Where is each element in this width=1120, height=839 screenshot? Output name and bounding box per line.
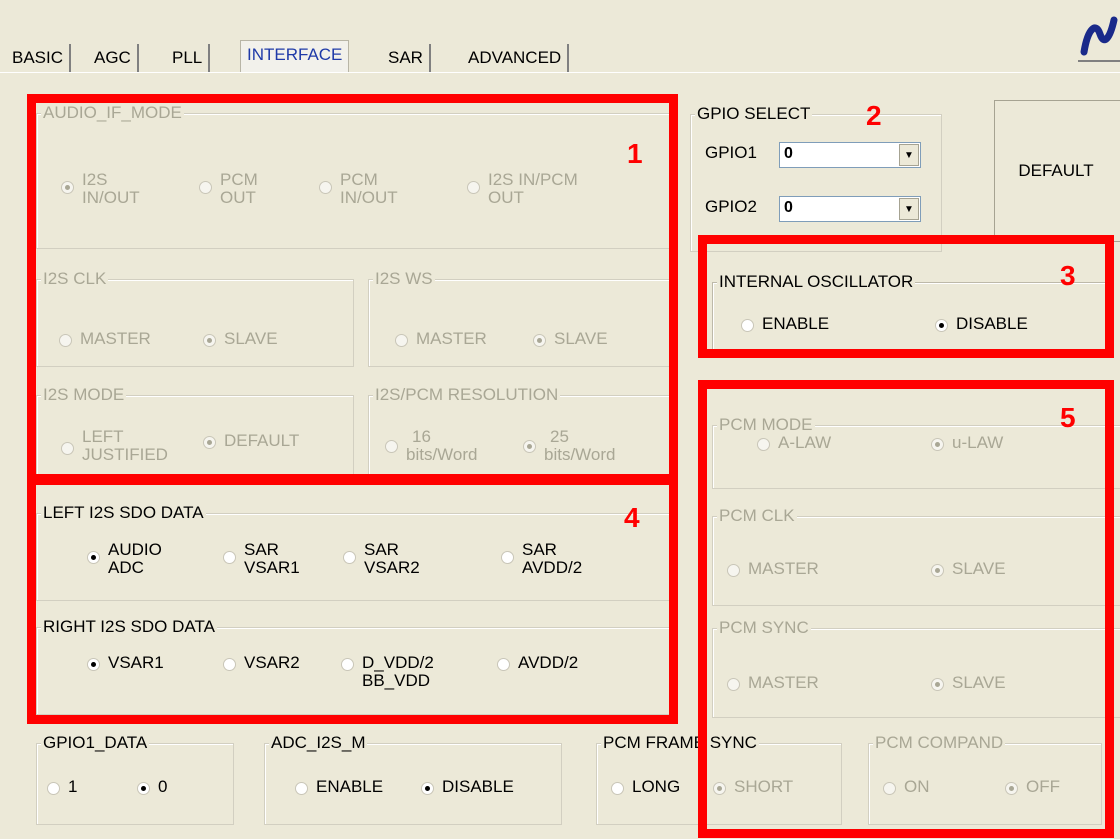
radio-sar-vsar1[interactable]: SAR VSAR1 [223, 541, 300, 577]
annotation-number-1: 1 [627, 138, 643, 169]
radio-sar-avdd2[interactable]: SAR AVDD/2 [501, 541, 582, 577]
pcm-frame-sync-title: PCM FRAME SYNC [601, 733, 759, 753]
pcm-compand-title: PCM COMPAND [873, 733, 1006, 753]
radio-adc-i2s-disable[interactable]: DISABLE [421, 778, 514, 796]
radio-gpio1-data-0[interactable]: 0 [137, 778, 167, 796]
radio-pcm-out[interactable]: PCM OUT [199, 171, 258, 207]
pcm-sync-group: PCM SYNC MASTER SLAVE [712, 618, 1120, 718]
internal-oscillator-group: INTERNAL OSCILLATOR ENABLE DISABLE [712, 272, 1110, 358]
radio-pcm-sync-slave[interactable]: SLAVE [931, 674, 1006, 692]
audio-if-mode-title: AUDIO_IF_MODE [41, 103, 184, 123]
radio-left-justified[interactable]: LEFT JUSTIFIED [61, 428, 168, 464]
internal-oscillator-title: INTERNAL OSCILLATOR [717, 272, 916, 292]
tab-sar[interactable]: SAR [382, 44, 431, 72]
annotation-number-2: 2 [866, 100, 882, 131]
gpio2-label: GPIO2 [705, 197, 757, 216]
audio-if-mode-group: AUDIO_IF_MODE I2S IN/OUT PCM OUT PCM IN/OUT… [36, 103, 674, 249]
pcm-clk-title: PCM CLK [717, 506, 797, 526]
gpio1-data-group: GPIO1_DATA 1 0 [36, 733, 234, 825]
radio-osc-disable[interactable]: DISABLE [935, 315, 1028, 333]
adc-i2s-m-title: ADC_I2S_M [269, 733, 368, 753]
tab-advanced[interactable]: ADVANCED [462, 44, 570, 72]
i2s-pcm-resolution-title: I2S/PCM RESOLUTION [373, 385, 561, 405]
tab-agc[interactable]: AGC [88, 44, 139, 72]
radio-audio-adc[interactable]: AUDIO ADC [87, 541, 162, 577]
logo-icon [1078, 8, 1120, 62]
radio-compand-off[interactable]: OFF [1005, 778, 1060, 796]
gpio1-label: GPIO1 [705, 143, 757, 162]
gpio1-select[interactable]: 0 ▼ [779, 142, 921, 168]
adc-i2s-m-group: ADC_I2S_M ENABLE DISABLE [264, 733, 562, 825]
tab-basic[interactable]: BASIC [6, 44, 72, 72]
radio-adc-i2s-enable[interactable]: ENABLE [295, 778, 383, 796]
radio-sar-vsar2[interactable]: SAR VSAR2 [343, 541, 420, 577]
pcm-mode-title: PCM MODE [717, 415, 815, 435]
gpio1-data-title: GPIO1_DATA [41, 733, 150, 753]
i2s-clk-title: I2S CLK [41, 269, 109, 289]
pcm-mode-group: PCM MODE A-LAW u-LAW [712, 415, 1120, 489]
radio-i2s-inout[interactable]: I2S IN/OUT [61, 171, 140, 207]
radio-i2s-ws-master[interactable]: MASTER [395, 330, 487, 348]
tab-interface[interactable]: INTERFACE [240, 40, 350, 74]
i2s-mode-title: I2S MODE [41, 385, 127, 405]
gpio2-select[interactable]: 0 ▼ [779, 196, 921, 222]
radio-pcm-clk-master[interactable]: MASTER [727, 560, 819, 578]
radio-pcm-inout[interactable]: PCM IN/OUT [319, 171, 398, 207]
pcm-sync-title: PCM SYNC [717, 618, 811, 638]
radio-vsar1[interactable]: VSAR1 [87, 654, 164, 672]
pcm-compand-group: PCM COMPAND ON OFF [868, 733, 1102, 825]
radio-i2s-ws-slave[interactable]: SLAVE [533, 330, 608, 348]
radio-25-bits[interactable]: 25 bits/Word [523, 428, 616, 464]
radio-vsar2[interactable]: VSAR2 [223, 654, 300, 672]
pcm-frame-sync-group: PCM FRAME SYNC LONG SHORT [596, 733, 842, 825]
default-button[interactable]: DEFAULT [994, 100, 1120, 242]
pcm-clk-group: PCM CLK MASTER SLAVE [712, 506, 1120, 606]
radio-gpio1-data-1[interactable]: 1 [47, 778, 77, 796]
tab-pll[interactable]: PLL [166, 44, 211, 72]
radio-i2s-in-pcm-out[interactable]: I2S IN/PCM OUT [467, 171, 578, 207]
radio-u-law[interactable]: u-LAW [931, 434, 1003, 452]
i2s-mode-group: I2S MODE LEFT JUSTIFIED DEFAULT [36, 385, 354, 477]
annotation-number-3: 3 [1060, 260, 1076, 291]
gpio-select-title: GPIO SELECT [695, 104, 813, 124]
left-i2s-sdo-data-title: LEFT I2S SDO DATA [41, 503, 206, 523]
left-i2s-sdo-data-group: LEFT I2S SDO DATA AUDIO ADC SAR VSAR1 SAR V… [36, 503, 672, 601]
chevron-down-icon[interactable]: ▼ [899, 198, 919, 220]
radio-osc-enable[interactable]: ENABLE [741, 315, 829, 333]
radio-a-law[interactable]: A-LAW [757, 434, 831, 452]
radio-i2s-clk-slave[interactable]: SLAVE [203, 330, 278, 348]
gpio-select-group: GPIO SELECT GPIO1 0 ▼ GPIO2 0 ▼ [690, 104, 942, 252]
radio-i2s-clk-master[interactable]: MASTER [59, 330, 151, 348]
i2s-clk-group: I2S CLK MASTER SLAVE [36, 269, 354, 367]
right-i2s-sdo-data-group: RIGHT I2S SDO DATA VSAR1 VSAR2 D_VDD/2 BB… [36, 617, 672, 715]
annotation-number-4: 4 [624, 502, 640, 533]
annotation-number-5: 5 [1060, 402, 1076, 433]
i2s-ws-title: I2S WS [373, 269, 435, 289]
radio-frame-sync-long[interactable]: LONG [611, 778, 680, 796]
right-i2s-sdo-data-title: RIGHT I2S SDO DATA [41, 617, 217, 637]
radio-frame-sync-short[interactable]: SHORT [713, 778, 793, 796]
radio-compand-on[interactable]: ON [883, 778, 930, 796]
radio-dvdd2-bbvdd[interactable]: D_VDD/2 BB_VDD [341, 654, 434, 690]
i2s-ws-group: I2S WS MASTER SLAVE [368, 269, 672, 367]
radio-i2s-default[interactable]: DEFAULT [203, 432, 299, 450]
radio-avdd2[interactable]: AVDD/2 [497, 654, 578, 672]
chevron-down-icon[interactable]: ▼ [899, 144, 919, 166]
radio-pcm-clk-slave[interactable]: SLAVE [931, 560, 1006, 578]
i2s-pcm-resolution-group: I2S/PCM RESOLUTION 16 bits/Word 25 bits/Wo… [368, 385, 672, 477]
radio-16-bits[interactable]: 16 bits/Word [385, 428, 478, 464]
radio-pcm-sync-master[interactable]: MASTER [727, 674, 819, 692]
